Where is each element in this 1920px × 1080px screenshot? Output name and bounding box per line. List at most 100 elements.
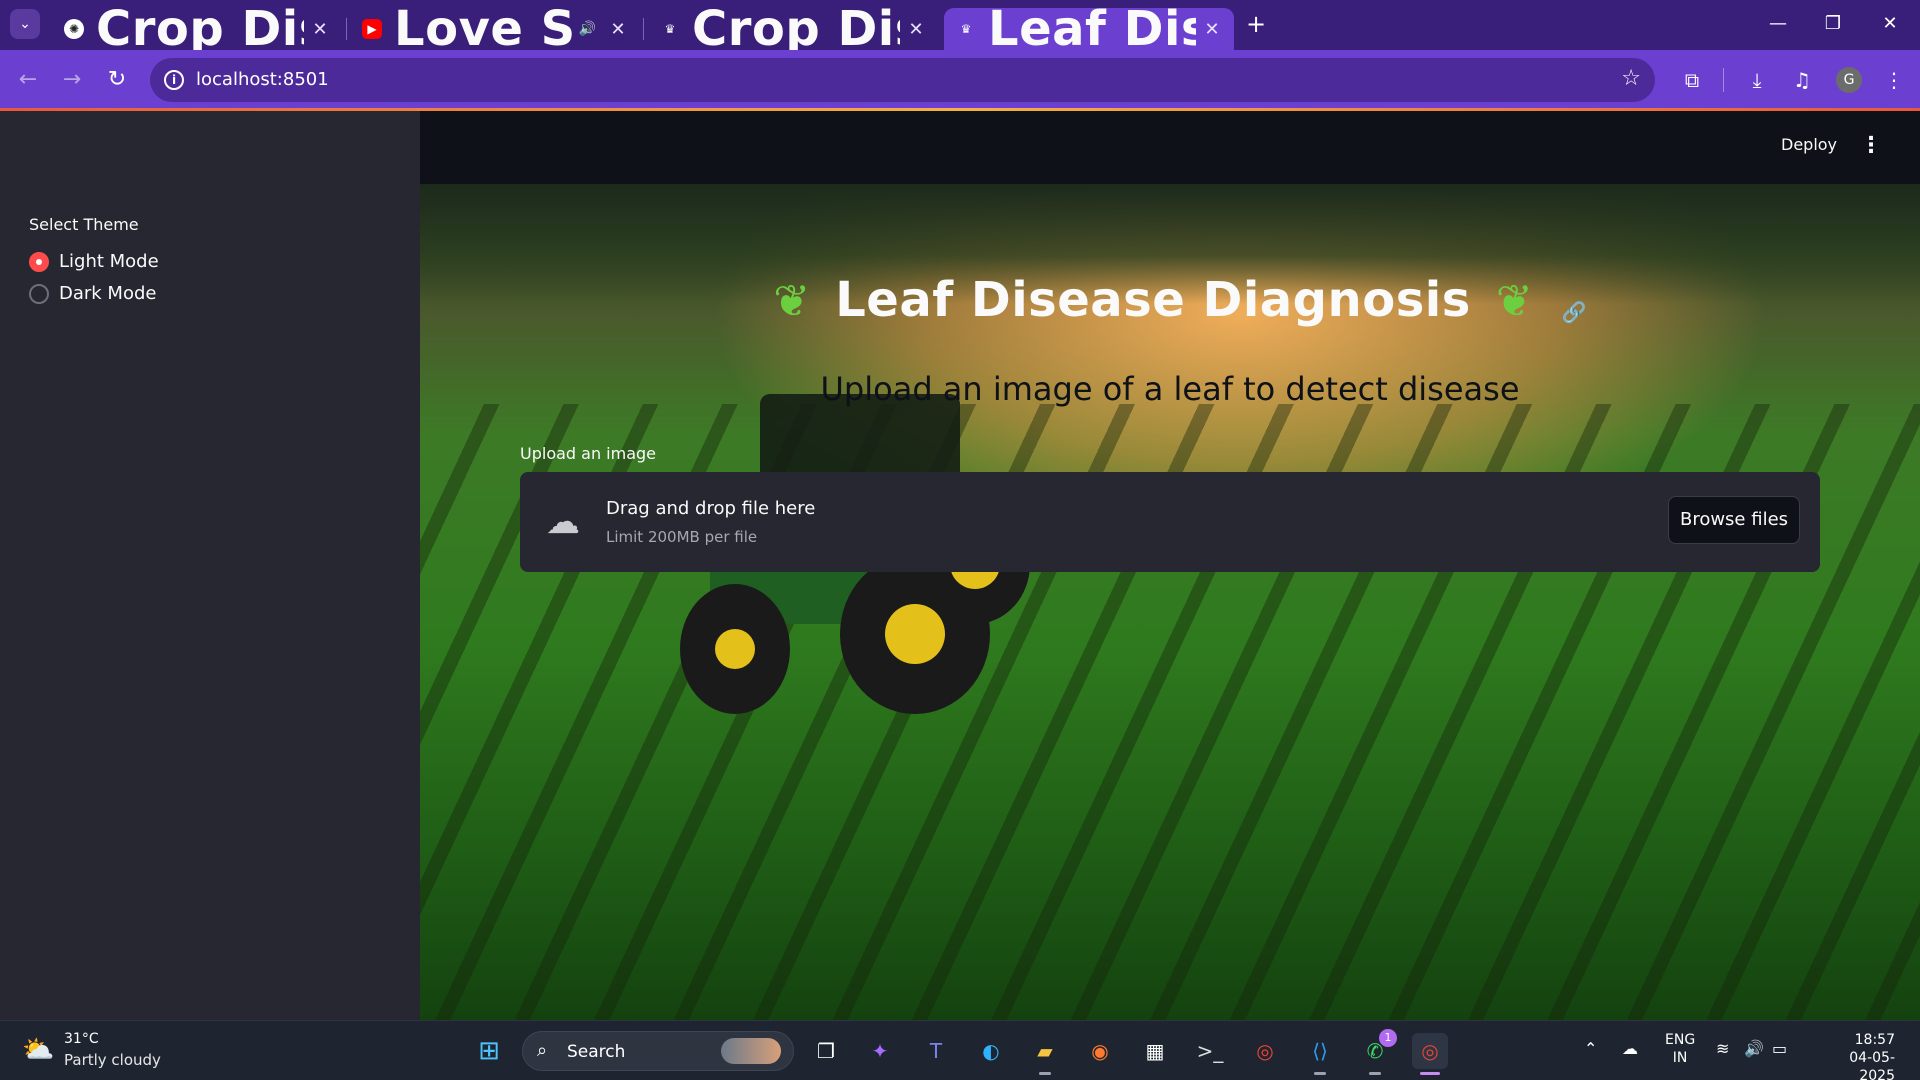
- extensions-icon[interactable]: ⧉: [1676, 64, 1708, 96]
- streamlit-icon: ♛: [664, 22, 676, 36]
- back-button[interactable]: ←: [12, 64, 44, 96]
- bookmark-star-icon[interactable]: ☆: [1621, 66, 1641, 91]
- tab-title: Crop Disease Recognition: [692, 1, 900, 57]
- page-title: Leaf Disease Diagnosis: [835, 272, 1471, 328]
- cloud-upload-icon: ☁: [546, 502, 580, 542]
- plus-icon: +: [1245, 10, 1267, 38]
- close-tab-icon[interactable]: ✕: [906, 19, 926, 40]
- radio-unchecked-icon: [29, 283, 49, 304]
- browser-tab-strip: ⌄ ✺ Crop Disease Detection App ✕ ▶ Love …: [0, 0, 1920, 57]
- youtube-icon: ▶: [362, 19, 382, 39]
- radio-light-mode[interactable]: Light Mode: [29, 251, 159, 272]
- task-view-icon[interactable]: ❐: [808, 1033, 844, 1069]
- wifi-icon[interactable]: ≋: [1716, 1039, 1729, 1058]
- leaf-icon: ❦: [773, 276, 811, 327]
- url-text[interactable]: localhost:8501: [196, 69, 329, 90]
- close-tab-icon[interactable]: ✕: [1202, 19, 1222, 40]
- radio-label: Light Mode: [59, 251, 159, 272]
- app-sidebar: Select Theme Light Mode Dark Mode: [0, 111, 420, 1020]
- notification-badge: 1: [1379, 1029, 1397, 1047]
- weather-description[interactable]: Partly cloudy: [64, 1051, 161, 1069]
- forward-button[interactable]: →: [56, 64, 88, 96]
- search-label: Search: [567, 1042, 626, 1062]
- browser-toolbar: ← → ↻ i localhost:8501 ☆ ⧉ ⤓ ♫ G ⋮: [0, 50, 1920, 110]
- tab-separator: [643, 18, 644, 40]
- media-control-icon[interactable]: ♫: [1786, 64, 1818, 96]
- farm-background-image: ❦ Leaf Disease Diagnosis ❦ 🔗 Upload an i…: [420, 184, 1920, 1020]
- microsoft-store-icon[interactable]: ▦: [1137, 1033, 1173, 1069]
- reload-icon: ↻: [107, 67, 127, 92]
- terminal-icon[interactable]: >_: [1192, 1033, 1228, 1069]
- restore-button[interactable]: ❐: [1813, 8, 1853, 40]
- tab-separator: [346, 18, 347, 40]
- radio-dark-mode[interactable]: Dark Mode: [29, 283, 156, 304]
- deploy-button[interactable]: Deploy: [1781, 135, 1837, 154]
- minimize-icon: —: [1769, 13, 1787, 34]
- upload-label: Upload an image: [520, 444, 657, 463]
- edge-icon[interactable]: ◐: [973, 1033, 1009, 1069]
- address-bar[interactable]: i localhost:8501 ☆: [150, 58, 1655, 102]
- tab-title: Love Song Play List 8 - YouT: [394, 1, 573, 57]
- speaker-icon[interactable]: 🔊: [579, 21, 596, 37]
- battery-icon[interactable]: ▭: [1772, 1039, 1787, 1058]
- page-title-row: ❦ Leaf Disease Diagnosis ❦ 🔗: [420, 272, 1920, 328]
- volume-icon[interactable]: 🔊: [1744, 1039, 1764, 1058]
- radio-checked-icon: [29, 251, 49, 272]
- minimize-button[interactable]: —: [1758, 8, 1798, 40]
- windows-taskbar: ⛅ 31°C Partly cloudy ⊞ ⌕ Search ❐ ✦ T ◐ …: [0, 1020, 1920, 1080]
- close-icon: ✕: [1882, 13, 1898, 34]
- browser-menu-icon[interactable]: ⋮: [1878, 64, 1910, 96]
- theme-select-label: Select Theme: [29, 215, 139, 234]
- close-window-button[interactable]: ✕: [1870, 8, 1910, 40]
- dropzone-instructions: Drag and drop file here: [606, 498, 816, 519]
- tab-title: Leaf Disease Recognition: [988, 1, 1196, 57]
- search-icon: ⌕: [537, 1040, 548, 1061]
- teams-icon[interactable]: T: [918, 1033, 954, 1069]
- taskbar-search[interactable]: ⌕ Search: [522, 1031, 794, 1071]
- download-icon[interactable]: ⤓: [1741, 64, 1773, 96]
- arrow-left-icon: ←: [18, 67, 38, 92]
- browser-tab-2[interactable]: ▶ Love Song Play List 8 - YouT 🔊 ✕: [350, 1, 640, 57]
- copilot-icon[interactable]: ✦: [862, 1033, 898, 1069]
- browse-files-button[interactable]: Browse files: [1668, 496, 1800, 544]
- close-tab-icon[interactable]: ✕: [310, 19, 330, 40]
- restore-icon: ❐: [1824, 13, 1842, 34]
- system-clock[interactable]: 18:57 04-05-2025: [1815, 1031, 1895, 1080]
- close-tab-icon[interactable]: ✕: [608, 19, 628, 40]
- tab-title: Crop Disease Detection App: [96, 1, 304, 57]
- browser-tab-4[interactable]: ♛ Leaf Disease Recognition ✕: [944, 1, 1234, 57]
- openai-icon: ✺: [64, 19, 84, 39]
- search-highlight-image: [721, 1038, 781, 1064]
- browser-tab-3[interactable]: ♛ Crop Disease Recognition ✕: [648, 1, 938, 57]
- weather-temperature[interactable]: 31°C: [64, 1031, 99, 1047]
- language-indicator[interactable]: ENG IN: [1665, 1031, 1695, 1067]
- whatsapp-icon[interactable]: ✆ 1: [1357, 1029, 1397, 1075]
- page-subtitle: Upload an image of a leaf to detect dise…: [820, 370, 1520, 408]
- windows-start-icon[interactable]: ⊞: [471, 1033, 507, 1069]
- radio-label: Dark Mode: [59, 283, 157, 304]
- streamlit-icon: ♛: [960, 22, 972, 36]
- anchor-link-icon[interactable]: 🔗: [1562, 300, 1587, 324]
- onedrive-cloud-icon[interactable]: ☁: [1622, 1039, 1638, 1058]
- firefox-icon[interactable]: ◉: [1082, 1033, 1118, 1069]
- dropzone-limit: Limit 200MB per file: [606, 528, 758, 546]
- show-hidden-icons-chevron-icon[interactable]: ⌃: [1584, 1039, 1597, 1058]
- weather-partly-cloudy-icon[interactable]: ⛅: [22, 1035, 56, 1065]
- chevron-down-icon: ⌄: [19, 16, 31, 32]
- file-explorer-icon[interactable]: ▰: [1027, 1033, 1063, 1075]
- tab-search-button[interactable]: ⌄: [10, 9, 40, 39]
- vscode-icon[interactable]: ⟨⟩: [1302, 1033, 1338, 1075]
- chrome-profile-icon[interactable]: ◎: [1412, 1033, 1448, 1075]
- app-header: Deploy ⋮: [420, 111, 1920, 184]
- site-info-icon[interactable]: i: [164, 70, 184, 90]
- browser-tab-1[interactable]: ✺ Crop Disease Detection App ✕: [52, 1, 342, 57]
- app-main: Deploy ⋮ ❦ Leaf Disease Diagnosis ❦ 🔗 Up…: [420, 111, 1920, 1020]
- app-menu-icon[interactable]: ⋮: [1860, 133, 1882, 158]
- chrome-icon[interactable]: ◎: [1247, 1033, 1283, 1069]
- reload-button[interactable]: ↻: [101, 64, 133, 96]
- file-dropzone[interactable]: ☁ Drag and drop file here Limit 200MB pe…: [520, 472, 1820, 572]
- new-tab-button[interactable]: +: [1242, 11, 1270, 39]
- arrow-right-icon: →: [62, 67, 82, 92]
- toolbar-separator: [1723, 68, 1724, 92]
- profile-avatar[interactable]: G: [1836, 67, 1862, 93]
